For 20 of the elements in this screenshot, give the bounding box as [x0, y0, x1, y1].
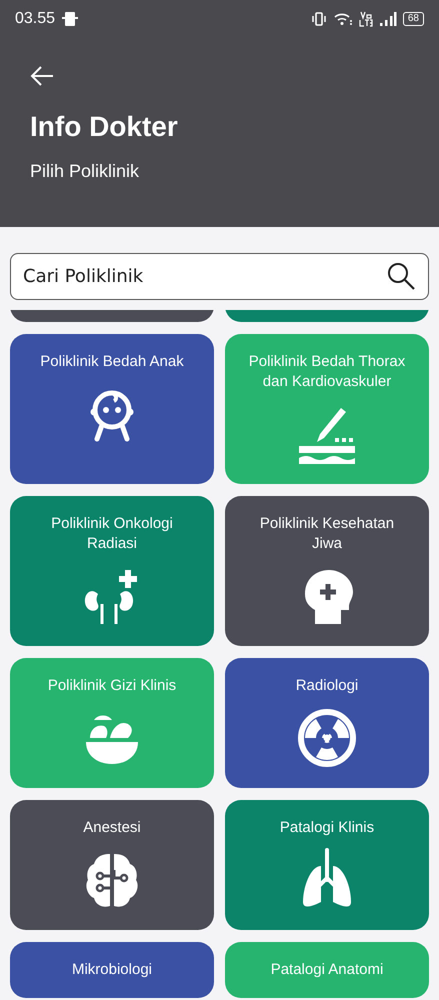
clinic-card[interactable]: Anestesi [10, 800, 214, 930]
clinic-card[interactable]: Patalogi Klinis [225, 800, 429, 930]
clinic-card[interactable]: Radiologi [225, 658, 429, 788]
status-time: 03.55 [15, 10, 56, 28]
search-icon[interactable] [387, 262, 415, 290]
back-arrow-icon[interactable] [30, 66, 54, 86]
search-field[interactable]: Cari Poliklinik [10, 253, 429, 300]
radiation-icon [295, 706, 359, 770]
wifi-icon [332, 12, 353, 26]
clinic-card[interactable]: Poliklinik Onkologi Radiasi [10, 496, 214, 646]
clinic-card[interactable]: Poliklinik Kesehatan Jiwa [225, 496, 429, 646]
page-subtitle: Pilih Poliklinik [30, 161, 140, 182]
volte-icon [358, 11, 373, 27]
clinic-card[interactable]: Mikrobiologi [10, 942, 214, 998]
phone-icon [61, 11, 80, 27]
signal-icon [378, 12, 397, 26]
vibrate-icon [310, 12, 327, 26]
clinic-card[interactable]: Poliklinik Bedah Anak [10, 334, 214, 484]
page-title: Info Dokter [30, 111, 179, 143]
battery-indicator: 68 [402, 12, 424, 26]
